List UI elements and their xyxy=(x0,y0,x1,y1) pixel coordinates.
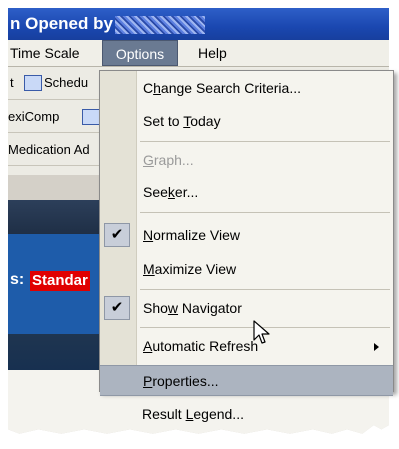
menu-help[interactable]: Help xyxy=(198,45,227,61)
menu-item-label: Maximize View xyxy=(143,261,237,277)
toolbar-row1-fragment: t xyxy=(10,75,14,90)
menu-separator xyxy=(140,141,390,142)
menu-item-graph: Graph... xyxy=(100,145,393,176)
tab-medication-admin[interactable]: Medication Ad xyxy=(8,142,90,157)
menu-item-show-navigator[interactable]: ✔ Show Navigator xyxy=(100,293,393,324)
menu-item-automatic-refresh[interactable]: Automatic Refresh xyxy=(100,331,393,362)
options-dropdown-menu: Change Search Criteria... Set to Today G… xyxy=(99,70,394,396)
menu-item-label: Properties... xyxy=(143,373,219,389)
toolbar-schedule-button[interactable]: Schedu xyxy=(44,75,88,90)
check-icon: ✔ xyxy=(104,223,130,247)
menu-item-set-to-today[interactable]: Set to Today xyxy=(100,106,393,137)
mouse-pointer-icon xyxy=(253,320,270,344)
window-title-bar: n Opened by xyxy=(8,8,389,40)
redacted-username xyxy=(114,15,205,34)
menu-item-label: Seeker... xyxy=(143,184,199,200)
schedule-icon xyxy=(24,75,42,91)
menu-separator xyxy=(140,212,390,213)
menu-item-label: Graph... xyxy=(143,152,194,168)
menu-item-change-search-criteria[interactable]: Change Search Criteria... xyxy=(100,73,393,104)
menu-item-properties[interactable]: Properties... xyxy=(100,365,393,396)
menu-item-label: Normalize View xyxy=(143,227,241,243)
menu-separator xyxy=(140,289,390,290)
menu-item-seeker[interactable]: Seeker... xyxy=(100,177,393,208)
menu-item-label: Show Navigator xyxy=(143,300,242,316)
info-prefix: s: xyxy=(10,271,25,288)
menu-item-label: Change Search Criteria... xyxy=(143,80,301,96)
menu-item-maximize-view[interactable]: Maximize View xyxy=(100,254,393,285)
menu-item-label: Set to Today xyxy=(143,113,221,129)
check-icon: ✔ xyxy=(104,296,130,320)
chevron-right-icon xyxy=(374,343,379,351)
lexicomp-icon xyxy=(82,109,100,125)
menu-item-label: Result Legend... xyxy=(142,406,244,422)
menu-bar: Time Scale Options Help xyxy=(8,40,389,67)
menu-item-normalize-view[interactable]: ✔ Normalize View xyxy=(100,220,393,251)
menu-item-label: Automatic Refresh xyxy=(143,338,259,354)
toolbar-lexicomp-button[interactable]: exiComp xyxy=(8,109,59,124)
menu-options[interactable]: Options xyxy=(102,40,178,66)
window-title: n Opened by xyxy=(10,14,113,33)
menu-item-result-legend[interactable]: Result Legend... xyxy=(99,399,279,429)
menu-time-scale[interactable]: Time Scale xyxy=(10,45,80,61)
status-badge: Standar xyxy=(30,271,90,291)
